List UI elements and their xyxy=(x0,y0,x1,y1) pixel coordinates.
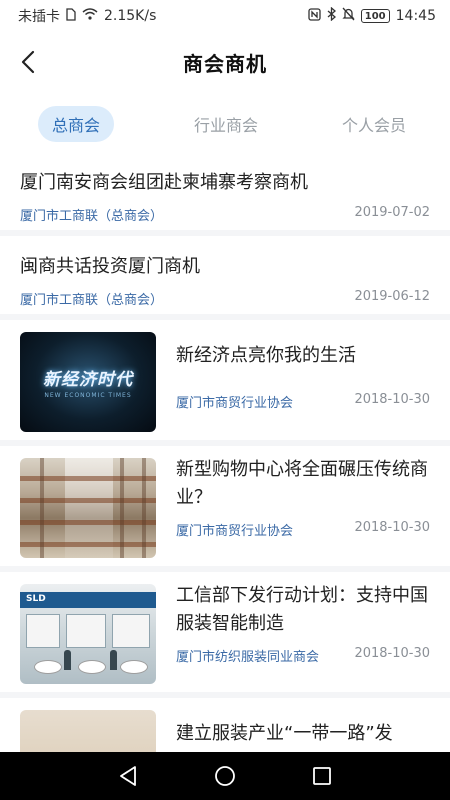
nav-home-button[interactable] xyxy=(205,756,245,796)
article-thumbnail: 新经济时代 NEW ECONOMIC TIMES xyxy=(20,332,156,432)
article-thumbnail: SLD xyxy=(20,584,156,684)
nav-recents-button[interactable] xyxy=(302,756,342,796)
status-bar: 未插卡 2.15K/s 100 14:45 xyxy=(0,0,450,32)
triangle-back-icon xyxy=(120,766,137,786)
article-title: 闽商共话投资厦门商机 xyxy=(20,256,200,277)
article-source: 厦门市工商联（总商会） xyxy=(20,293,164,308)
chevron-left-icon xyxy=(21,50,35,74)
status-left: 未插卡 2.15K/s xyxy=(18,6,156,26)
tab-bar: 总商会 行业商会 个人会员 xyxy=(0,104,450,144)
article-date: 2018-10-30 xyxy=(354,646,430,661)
back-button[interactable] xyxy=(10,44,46,80)
article-title: 新型购物中心将全面碾压传统商业？ xyxy=(176,459,428,508)
article-item[interactable]: 新经济时代 NEW ECONOMIC TIMES 新经济点亮你我的生活 厦门市商… xyxy=(0,320,450,446)
tab-individual-member[interactable]: 个人会员 xyxy=(328,106,420,142)
article-item[interactable]: SLD 工信部下发行动计划：支持中国服装智能制造 厦门市纺织服装同业商会 201… xyxy=(0,572,450,698)
thumbnail-caption: 新经济时代 xyxy=(43,370,133,390)
thumbnail-banner-text: SLD xyxy=(26,594,46,604)
article-item[interactable]: 闽商共话投资厦门商机 厦门市工商联（总商会） 2019-06-12 xyxy=(0,236,450,320)
mute-bell-icon xyxy=(342,7,355,25)
carrier-text: 未插卡 xyxy=(18,9,60,25)
clock: 14:45 xyxy=(395,8,436,24)
article-thumbnail xyxy=(20,458,156,558)
system-nav-bar xyxy=(0,752,450,800)
thumbnail-subcaption: NEW ECONOMIC TIMES xyxy=(44,392,132,399)
article-date: 2019-06-12 xyxy=(354,289,430,304)
article-title: 新经济点亮你我的生活 xyxy=(176,345,356,366)
article-date: 2018-10-30 xyxy=(354,392,430,407)
article-item[interactable]: 新型购物中心将全面碾压传统商业？ 厦门市商贸行业协会 2018-10-30 xyxy=(0,446,450,572)
circle-home-icon xyxy=(215,766,235,786)
square-recents-icon xyxy=(312,767,331,785)
page-title: 商会商机 xyxy=(183,51,267,76)
status-right: 100 14:45 xyxy=(308,6,436,25)
wifi-icon xyxy=(82,8,98,24)
bluetooth-icon xyxy=(327,6,336,25)
battery-icon: 100 xyxy=(360,9,390,23)
article-list: 厦门南安商会组团赴柬埔寨考察商机 厦门市工商联（总商会） 2019-07-02 … xyxy=(0,152,450,800)
nav-back-button[interactable] xyxy=(108,756,148,796)
article-source: 厦门市商贸行业协会 xyxy=(176,396,294,411)
sim-icon xyxy=(66,7,76,25)
article-source: 厦门市纺织服装同业商会 xyxy=(176,650,320,665)
article-item[interactable]: 厦门南安商会组团赴柬埔寨考察商机 厦门市工商联（总商会） 2019-07-02 xyxy=(0,152,450,236)
tab-industry-chamber[interactable]: 行业商会 xyxy=(180,106,272,142)
article-title: 厦门南安商会组团赴柬埔寨考察商机 xyxy=(20,172,308,193)
network-speed: 2.15K/s xyxy=(104,8,157,24)
nfc-icon xyxy=(308,7,321,25)
tab-general-chamber[interactable]: 总商会 xyxy=(38,106,114,142)
article-date: 2018-10-30 xyxy=(354,520,430,535)
app-header: 商会商机 xyxy=(0,36,450,88)
article-date: 2019-07-02 xyxy=(354,205,430,220)
article-title: 建立服装产业“一带一路”发 xyxy=(176,723,393,744)
article-source: 厦门市工商联（总商会） xyxy=(20,209,164,224)
article-source: 厦门市商贸行业协会 xyxy=(176,524,294,539)
article-title: 工信部下发行动计划：支持中国服装智能制造 xyxy=(176,585,428,634)
